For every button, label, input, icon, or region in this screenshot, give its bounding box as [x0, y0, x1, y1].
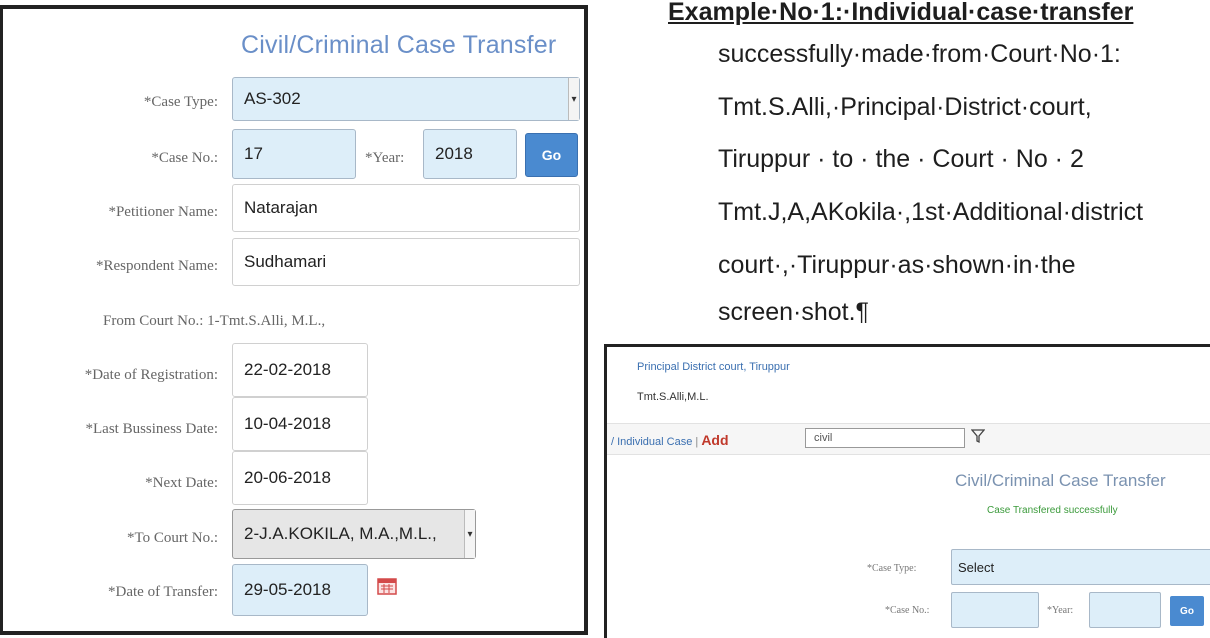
breadcrumb-individual-case[interactable]: / Individual Case	[611, 436, 692, 448]
doc-line-2: successfully·made·from·Court·No·1:	[718, 40, 1121, 68]
court-name: Principal District court, Tiruppur	[637, 361, 790, 373]
filter-icon[interactable]	[971, 428, 985, 444]
petitioner-label: *Petitioner Name:	[108, 204, 218, 220]
case-transfer-form: Civil/Criminal Case Transfer *Case Type:…	[0, 5, 588, 635]
mini-go-button[interactable]: Go	[1170, 596, 1204, 626]
calendar-icon[interactable]	[377, 577, 397, 595]
doc-line-1-text: Example·No·1:·Individual·case·transfer	[668, 0, 1134, 26]
case-type-select[interactable]: AS-302 ▾	[232, 77, 580, 121]
mini-case-type-value: Select	[958, 559, 995, 575]
mini-case-type-select[interactable]: Select	[951, 549, 1210, 585]
year-label: *Year:	[365, 150, 405, 166]
add-link[interactable]: Add	[701, 432, 728, 448]
mini-year-label: *Year:	[1047, 605, 1074, 616]
breadcrumb: / Individual Case | Add	[611, 432, 729, 448]
year-input[interactable]: 2018	[423, 129, 517, 179]
form-title: Civil/Criminal Case Transfer	[241, 31, 557, 59]
success-message: Case Transfered successfully	[987, 505, 1118, 516]
mini-case-no-input[interactable]	[951, 592, 1039, 628]
registration-date-input[interactable]: 22-02-2018	[232, 343, 368, 397]
last-business-date-label: *Last Bussiness Date:	[85, 421, 219, 437]
doc-line-1: Example·No·1:·Individual·case·transfer	[668, 0, 1133, 34]
petitioner-input[interactable]: Natarajan	[232, 184, 580, 232]
transfer-date-label: *Date of Transfer:	[108, 584, 218, 600]
mini-case-type-label: *Case Type:	[867, 563, 917, 574]
respondent-label: *Respondent Name:	[95, 258, 218, 274]
dropdown-arrow-icon: ▾	[464, 510, 475, 558]
judge-name: Tmt.S.Alli,M.L.	[637, 391, 709, 403]
last-business-date-input[interactable]: 10-04-2018	[232, 397, 368, 451]
doc-line-5: Tmt.J,A,AKokila·,1st·Additional·district	[718, 198, 1144, 226]
doc-line-4: Tiruppur · to · the · Court · No · 2	[718, 145, 1084, 173]
search-input[interactable]: civil	[805, 428, 965, 448]
go-button[interactable]: Go	[525, 133, 578, 177]
from-court-text: From Court No.: 1-Tmt.S.Alli, M.L.,	[103, 313, 326, 329]
case-no-input[interactable]: 17	[232, 129, 356, 179]
doc-line-7: screen·shot.¶	[718, 298, 869, 326]
next-date-input[interactable]: 20-06-2018	[232, 451, 368, 505]
case-type-value: AS-302	[244, 89, 301, 108]
registration-date-label: *Date of Registration:	[84, 367, 218, 383]
success-screenshot: Principal District court, Tiruppur Tmt.S…	[604, 344, 1210, 638]
mini-form-title: Civil/Criminal Case Transfer	[955, 471, 1166, 490]
doc-line-3: Tmt.S.Alli,·Principal·District·court,	[718, 93, 1092, 121]
mini-year-input[interactable]	[1089, 592, 1161, 628]
respondent-input[interactable]: Sudhamari	[232, 238, 580, 286]
toolbar: / Individual Case | Add civil	[607, 423, 1210, 455]
case-no-label: *Case No.:	[151, 150, 218, 166]
to-court-value: 2-J.A.KOKILA, M.A.,M.L.,	[244, 524, 437, 543]
breadcrumb-separator: |	[695, 436, 699, 448]
mini-case-no-label: *Case No.:	[885, 605, 930, 616]
transfer-date-input[interactable]: 29-05-2018	[232, 564, 368, 616]
to-court-label: *To Court No.:	[126, 530, 218, 546]
to-court-select[interactable]: 2-J.A.KOKILA, M.A.,M.L., ▾	[232, 509, 476, 559]
select-arrow-icon: ▾	[568, 78, 579, 120]
doc-line-6: court·,·Tiruppur·as·shown·in·the	[718, 251, 1076, 279]
next-date-label: *Next Date:	[145, 475, 218, 491]
case-type-label: *Case Type:	[143, 94, 218, 110]
